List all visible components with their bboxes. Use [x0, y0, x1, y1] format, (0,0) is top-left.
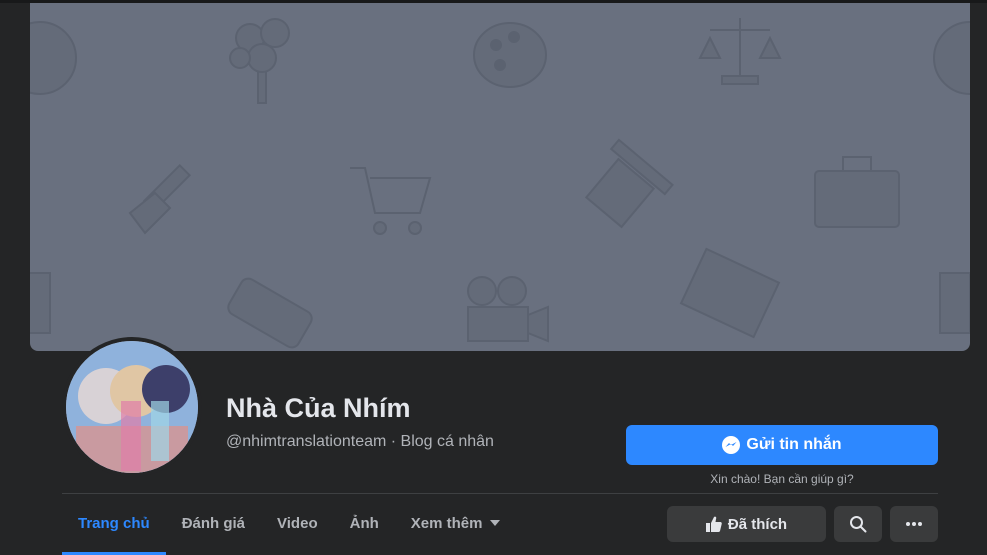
avatar-image	[66, 341, 198, 473]
search-icon	[850, 516, 867, 533]
messenger-icon	[722, 436, 741, 454]
cover-photo[interactable]	[30, 3, 970, 351]
music-icon-right	[939, 272, 970, 334]
column-icon	[584, 138, 674, 229]
tab-reviews-label: Đánh giá	[181, 514, 246, 532]
apple-icon	[30, 21, 77, 95]
page-handle-category: @nhimtranslationteam · Blog cá nhân	[226, 433, 494, 450]
caret-down-icon	[490, 520, 501, 526]
search-button[interactable]	[834, 506, 882, 542]
tab-home[interactable]: Trang chủ	[62, 494, 166, 555]
tab-video[interactable]: Video	[261, 494, 334, 552]
tab-more[interactable]: Xem thêm	[395, 494, 517, 552]
apple-icon-right	[933, 21, 970, 95]
tab-more-label: Xem thêm	[410, 514, 483, 532]
book-icon	[679, 247, 781, 339]
briefcase-icon	[814, 156, 900, 228]
send-message-button[interactable]: Gửi tin nhắn	[626, 425, 938, 465]
liked-button[interactable]: Đã thích	[667, 506, 826, 542]
more-options-button[interactable]	[890, 506, 938, 542]
scale-icon	[698, 18, 782, 85]
brush-icon	[128, 163, 192, 235]
movie-camera-icon	[467, 276, 549, 343]
music-icon	[30, 272, 51, 334]
thumbs-up-icon	[705, 516, 722, 532]
cart-icon	[350, 167, 432, 235]
page-title: Nhà Của Nhím	[226, 393, 411, 423]
page-tabs: Trang chủ Đánh giá Video Ảnh Xem thêm	[62, 494, 516, 555]
tab-reviews[interactable]: Đánh giá	[166, 494, 261, 552]
liked-label: Đã thích	[727, 515, 788, 533]
more-icon	[906, 522, 922, 526]
tab-photos[interactable]: Ảnh	[334, 494, 395, 552]
cover-pattern	[30, 18, 970, 349]
send-message-label: Gửi tin nhắn	[746, 436, 842, 453]
greeting-text: Xin chào! Bạn cần giúp gì?	[710, 472, 854, 486]
palette-icon	[473, 22, 547, 88]
profile-avatar[interactable]	[62, 337, 202, 477]
tree-icon	[229, 18, 290, 104]
tab-photos-label: Ảnh	[349, 514, 379, 532]
tab-video-label: Video	[277, 514, 318, 532]
tab-home-label: Trang chủ	[78, 514, 150, 532]
car-icon	[227, 277, 313, 349]
